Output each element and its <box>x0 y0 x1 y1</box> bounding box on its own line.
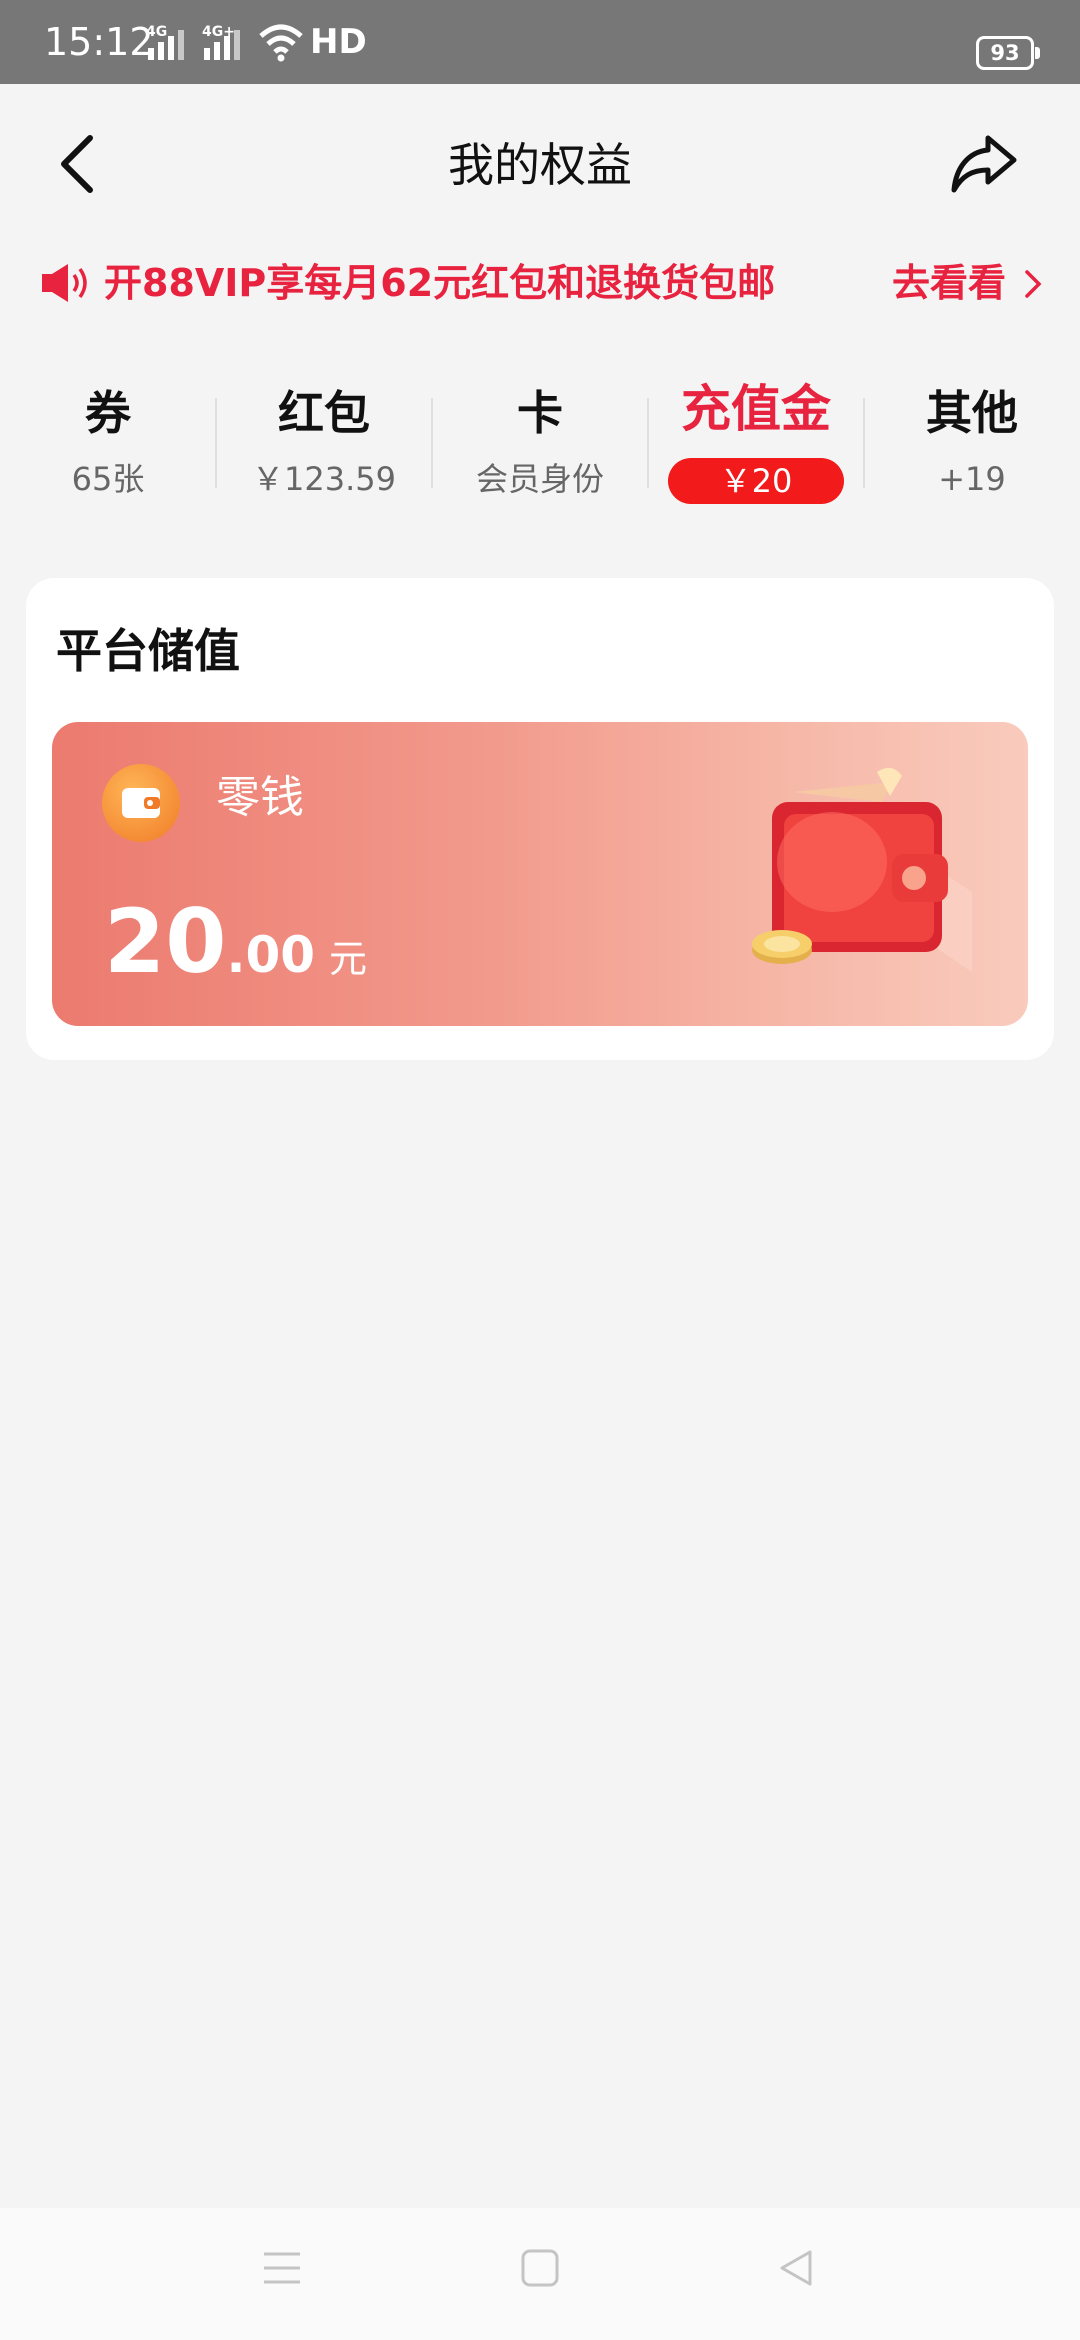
wifi-icon <box>259 24 303 62</box>
tab-sub: ￥123.59 <box>252 460 396 498</box>
benefit-tabs: 券 65张 红包 ￥123.59 卡 会员身份 充值金 ￥20 其他 +19 <box>0 370 1080 520</box>
signal-icon: 4G <box>146 24 184 60</box>
system-nav-bar <box>0 2208 1080 2340</box>
network-2-label: 4G+ <box>202 24 235 40</box>
share-icon[interactable] <box>948 128 1020 200</box>
hd-indicator: HD <box>310 22 367 62</box>
back-triangle-icon[interactable] <box>776 2248 816 2288</box>
status-bar: 15:12 4G 4G+ HD 93 <box>0 0 1080 84</box>
page-title: 我的权益 <box>448 138 632 192</box>
speaker-icon <box>42 264 87 302</box>
battery-icon: 93 <box>976 36 1040 70</box>
wallet-illustration-icon <box>752 767 972 972</box>
menu-icon[interactable] <box>262 2248 302 2288</box>
wallet-name: 零钱 <box>216 772 304 823</box>
tab-red-packets[interactable]: 红包 ￥123.59 <box>216 370 432 520</box>
wallet-amount: 20.00 元 <box>104 894 367 990</box>
tab-coupons[interactable]: 券 65张 <box>0 370 216 520</box>
tab-label: 卡 <box>517 386 563 440</box>
promo-text: 开88VIP享每月62元红包和退换货包邮 <box>104 261 776 305</box>
section-title: 平台储值 <box>56 624 240 678</box>
status-time: 15:12 <box>44 20 154 64</box>
chevron-right-icon <box>1025 270 1042 298</box>
tab-sub: 会员身份 <box>475 460 604 498</box>
platform-stored-value-card: 平台储值 零钱 20.00 元 <box>26 578 1054 1060</box>
amount-integer: 20 <box>104 890 227 993</box>
home-square-icon[interactable] <box>520 2248 560 2288</box>
promo-go-link[interactable]: 去看看 <box>892 258 1006 308</box>
signal-icon-2: 4G+ <box>202 24 240 60</box>
tab-cards[interactable]: 卡 会员身份 <box>432 370 648 520</box>
tab-others[interactable]: 其他 +19 <box>864 370 1080 520</box>
tab-label: 其他 <box>926 386 1018 440</box>
tab-recharge-balance[interactable]: 充值金 ￥20 <box>648 370 864 520</box>
tab-sub: +19 <box>938 460 1006 498</box>
wallet-icon <box>102 764 180 842</box>
tab-sub: 65张 <box>71 460 145 498</box>
wallet-balance-card[interactable]: 零钱 20.00 元 <box>52 722 1028 1026</box>
tab-label: 红包 <box>278 386 370 440</box>
page-header: 我的权益 <box>0 84 1080 244</box>
amount-unit: 元 <box>329 937 368 981</box>
tab-label: 充值金 <box>681 380 831 438</box>
vip-promo-banner[interactable]: 开88VIP享每月62元红包和退换货包邮 去看看 <box>0 244 1080 324</box>
tab-label: 券 <box>85 386 131 440</box>
amount-decimal: .00 <box>226 926 316 984</box>
tab-sub-badge: ￥20 <box>668 458 844 504</box>
network-1-label: 4G <box>146 24 167 40</box>
